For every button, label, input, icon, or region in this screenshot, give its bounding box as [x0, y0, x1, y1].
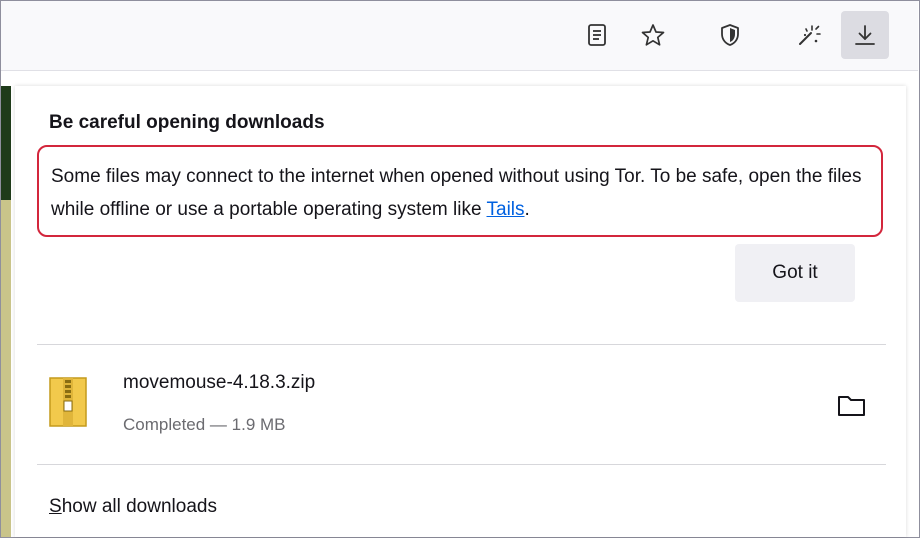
access-key: S — [49, 496, 62, 517]
new-identity-button[interactable] — [785, 11, 833, 59]
warning-text: Some files may connect to the internet w… — [51, 166, 862, 220]
warning-message: Some files may connect to the internet w… — [51, 160, 881, 226]
show-all-downloads-button[interactable]: Show all downloads — [49, 496, 217, 518]
folder-icon[interactable] — [837, 392, 867, 418]
magic-wand-icon — [799, 25, 821, 45]
download-status: Completed — 1.9 MB — [123, 415, 286, 434]
shield-icon — [721, 24, 739, 46]
divider — [37, 464, 886, 465]
tor-shield-button[interactable] — [706, 11, 754, 59]
downloads-icon — [855, 25, 875, 45]
download-list-item[interactable]: movemouse-4.18.3.zip Completed — 1.9 MB — [37, 350, 886, 450]
downloads-panel: Be careful opening downloads Some files … — [15, 86, 906, 537]
warning-text-end: . — [524, 199, 530, 220]
bookmark-star-icon — [641, 24, 665, 46]
show-all-label: how all downloads — [61, 496, 217, 517]
zip-file-icon — [49, 377, 87, 427]
tails-link[interactable]: Tails — [487, 199, 525, 220]
download-file-name: movemouse-4.18.3.zip — [123, 372, 316, 393]
reader-view-button[interactable] — [573, 11, 621, 59]
page-background-strip-olive — [1, 200, 11, 537]
divider — [37, 344, 886, 345]
navigation-toolbar — [1, 1, 918, 71]
reader-view-icon — [588, 24, 606, 46]
bookmark-button[interactable] — [629, 11, 677, 59]
downloads-button[interactable] — [841, 11, 889, 59]
got-it-button[interactable]: Got it — [735, 244, 855, 302]
warning-title: Be careful opening downloads — [49, 112, 325, 133]
